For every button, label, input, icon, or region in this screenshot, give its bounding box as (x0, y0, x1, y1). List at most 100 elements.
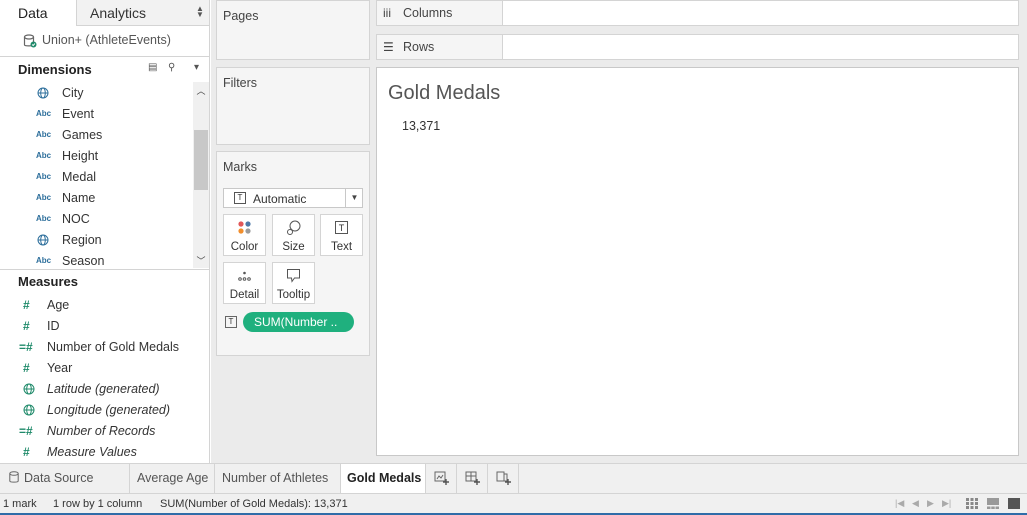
filters-card[interactable]: Filters (216, 67, 370, 145)
divider (0, 269, 209, 270)
tooltip-button[interactable]: Tooltip (272, 262, 315, 304)
string-type-icon: Abc (36, 130, 52, 139)
tab-data-source[interactable]: Data Source (0, 464, 130, 493)
field-season[interactable]: Abc Season (0, 251, 190, 271)
globe-icon (37, 87, 49, 101)
calculated-measure-icon: =# (19, 424, 33, 438)
size-label: Size (282, 241, 305, 253)
datasource-item[interactable]: Union+ (AthleteEvents) (20, 32, 205, 50)
scroll-thumb[interactable] (194, 130, 208, 190)
new-story-button[interactable] (488, 464, 519, 493)
measure-icon: # (23, 445, 30, 459)
columns-drop-area[interactable] (503, 1, 1018, 25)
tab-average-age[interactable]: Average Age (130, 464, 215, 493)
text-mark-value[interactable]: 13,371 (402, 119, 440, 133)
chevron-down-icon: ▼ (345, 189, 363, 207)
new-story-icon (496, 471, 511, 485)
cards-column: Pages Filters Marks T Automatic ▼ Color … (211, 0, 372, 463)
tab-gold-medals[interactable]: Gold Medals (341, 464, 426, 493)
detail-button[interactable]: Detail (223, 262, 266, 304)
string-type-icon: Abc (36, 193, 52, 202)
first-page-icon[interactable]: |◀ (895, 498, 904, 509)
dimensions-toolbar: ▤ ⚲ ▾ (148, 62, 208, 76)
field-games[interactable]: Abc Games (0, 125, 190, 145)
field-noc[interactable]: Abc NOC (0, 209, 190, 229)
chevron-up-icon[interactable]: ︿ (193, 84, 209, 97)
view-title[interactable]: Gold Medals (388, 82, 500, 105)
field-longitude[interactable]: Longitude (generated) (0, 400, 190, 420)
string-type-icon: Abc (36, 172, 52, 181)
field-label: Latitude (generated) (47, 382, 160, 396)
pages-card[interactable]: Pages (216, 0, 370, 60)
tab-data-label: Data (18, 5, 48, 21)
tab-label: Gold Medals (347, 471, 422, 485)
field-region[interactable]: Region (0, 230, 190, 250)
string-type-icon: Abc (36, 109, 52, 118)
sheet-tabs-bar: Data Source Average Age Number of Athlet… (0, 463, 1027, 493)
new-dashboard-icon (465, 471, 480, 485)
new-dashboard-button[interactable] (457, 464, 488, 493)
pages-title: Pages (223, 9, 259, 23)
measure-icon: # (23, 319, 30, 333)
chevron-down-icon[interactable]: ﹀ (193, 254, 209, 267)
rows-shelf[interactable]: ☰ Rows (376, 34, 1019, 60)
detail-label: Detail (229, 289, 260, 301)
measure-icon: # (23, 298, 30, 312)
svg-text:T: T (339, 223, 345, 233)
field-number-of-records[interactable]: =# Number of Records (0, 421, 190, 441)
field-label: Year (47, 361, 73, 375)
field-year[interactable]: # Year (0, 358, 190, 378)
columns-icon: iii (383, 6, 391, 20)
field-label: Age (47, 298, 70, 312)
field-event[interactable]: Abc Event (0, 104, 190, 124)
search-icon[interactable]: ⚲ (168, 62, 175, 73)
datasource-label: Union+ (AthleteEvents) (42, 33, 171, 47)
tab-number-of-athletes[interactable]: Number of Athletes (215, 464, 341, 493)
field-age[interactable]: # Age (0, 295, 190, 315)
up-down-arrows-icon[interactable]: ▲ ▼ (196, 5, 204, 19)
mark-type-dropdown[interactable]: T Automatic ▼ (223, 188, 363, 208)
columns-shelf[interactable]: iii Columns (376, 0, 1019, 26)
list-view-icon[interactable]: ▤ (148, 62, 157, 73)
text-button[interactable]: T Text (320, 214, 363, 256)
size-button[interactable]: Size (272, 214, 315, 256)
field-number-of-gold-medals[interactable]: =# Number of Gold Medals (0, 337, 190, 357)
field-height[interactable]: Abc Height (0, 146, 190, 166)
next-page-icon[interactable]: ▶ (927, 498, 934, 509)
status-marks: 1 mark (3, 498, 37, 510)
dimensions-scrollbar[interactable]: ︿ ﹀ (193, 82, 209, 268)
menu-dropdown-icon[interactable]: ▾ (194, 62, 199, 73)
field-label: Season (62, 254, 105, 268)
field-latitude[interactable]: Latitude (generated) (0, 379, 190, 399)
color-label: Color (230, 241, 259, 253)
field-label: Number of Gold Medals (47, 340, 180, 354)
new-worksheet-button[interactable] (426, 464, 457, 493)
filmstrip-icon[interactable] (986, 497, 1000, 510)
field-label: Longitude (generated) (47, 403, 171, 417)
field-medal[interactable]: Abc Medal (0, 167, 190, 187)
field-measure-values[interactable]: # Measure Values (0, 442, 190, 462)
status-dimensions: 1 row by 1 column (53, 498, 143, 510)
field-name[interactable]: Abc Name (0, 188, 190, 208)
tooltip-icon (273, 268, 314, 284)
string-type-icon: Abc (36, 214, 52, 223)
data-pane-tabs: Data Analytics ▲ ▼ (0, 0, 209, 26)
field-label: Name (62, 191, 96, 205)
field-label: Event (62, 107, 94, 121)
rows-drop-area[interactable] (503, 35, 1018, 59)
sum-gold-medals-pill[interactable]: SUM(Number .. (243, 312, 354, 332)
tabs-view-icon[interactable] (1007, 497, 1021, 510)
prev-page-icon[interactable]: ◀ (912, 498, 919, 509)
tooltip-label: Tooltip (276, 289, 311, 301)
field-label: Number of Records (47, 424, 156, 438)
field-city[interactable]: City (0, 83, 190, 103)
new-worksheet-icon (434, 471, 449, 485)
field-id[interactable]: # ID (0, 316, 190, 336)
last-page-icon[interactable]: ▶| (942, 498, 951, 509)
rows-label: Rows (403, 40, 435, 54)
tab-data[interactable]: Data (0, 0, 77, 26)
sheet-sorter-icon[interactable] (965, 497, 979, 510)
view-canvas[interactable]: Gold Medals 13,371 (376, 67, 1019, 456)
string-type-icon: Abc (36, 151, 52, 160)
color-button[interactable]: Color (223, 214, 266, 256)
